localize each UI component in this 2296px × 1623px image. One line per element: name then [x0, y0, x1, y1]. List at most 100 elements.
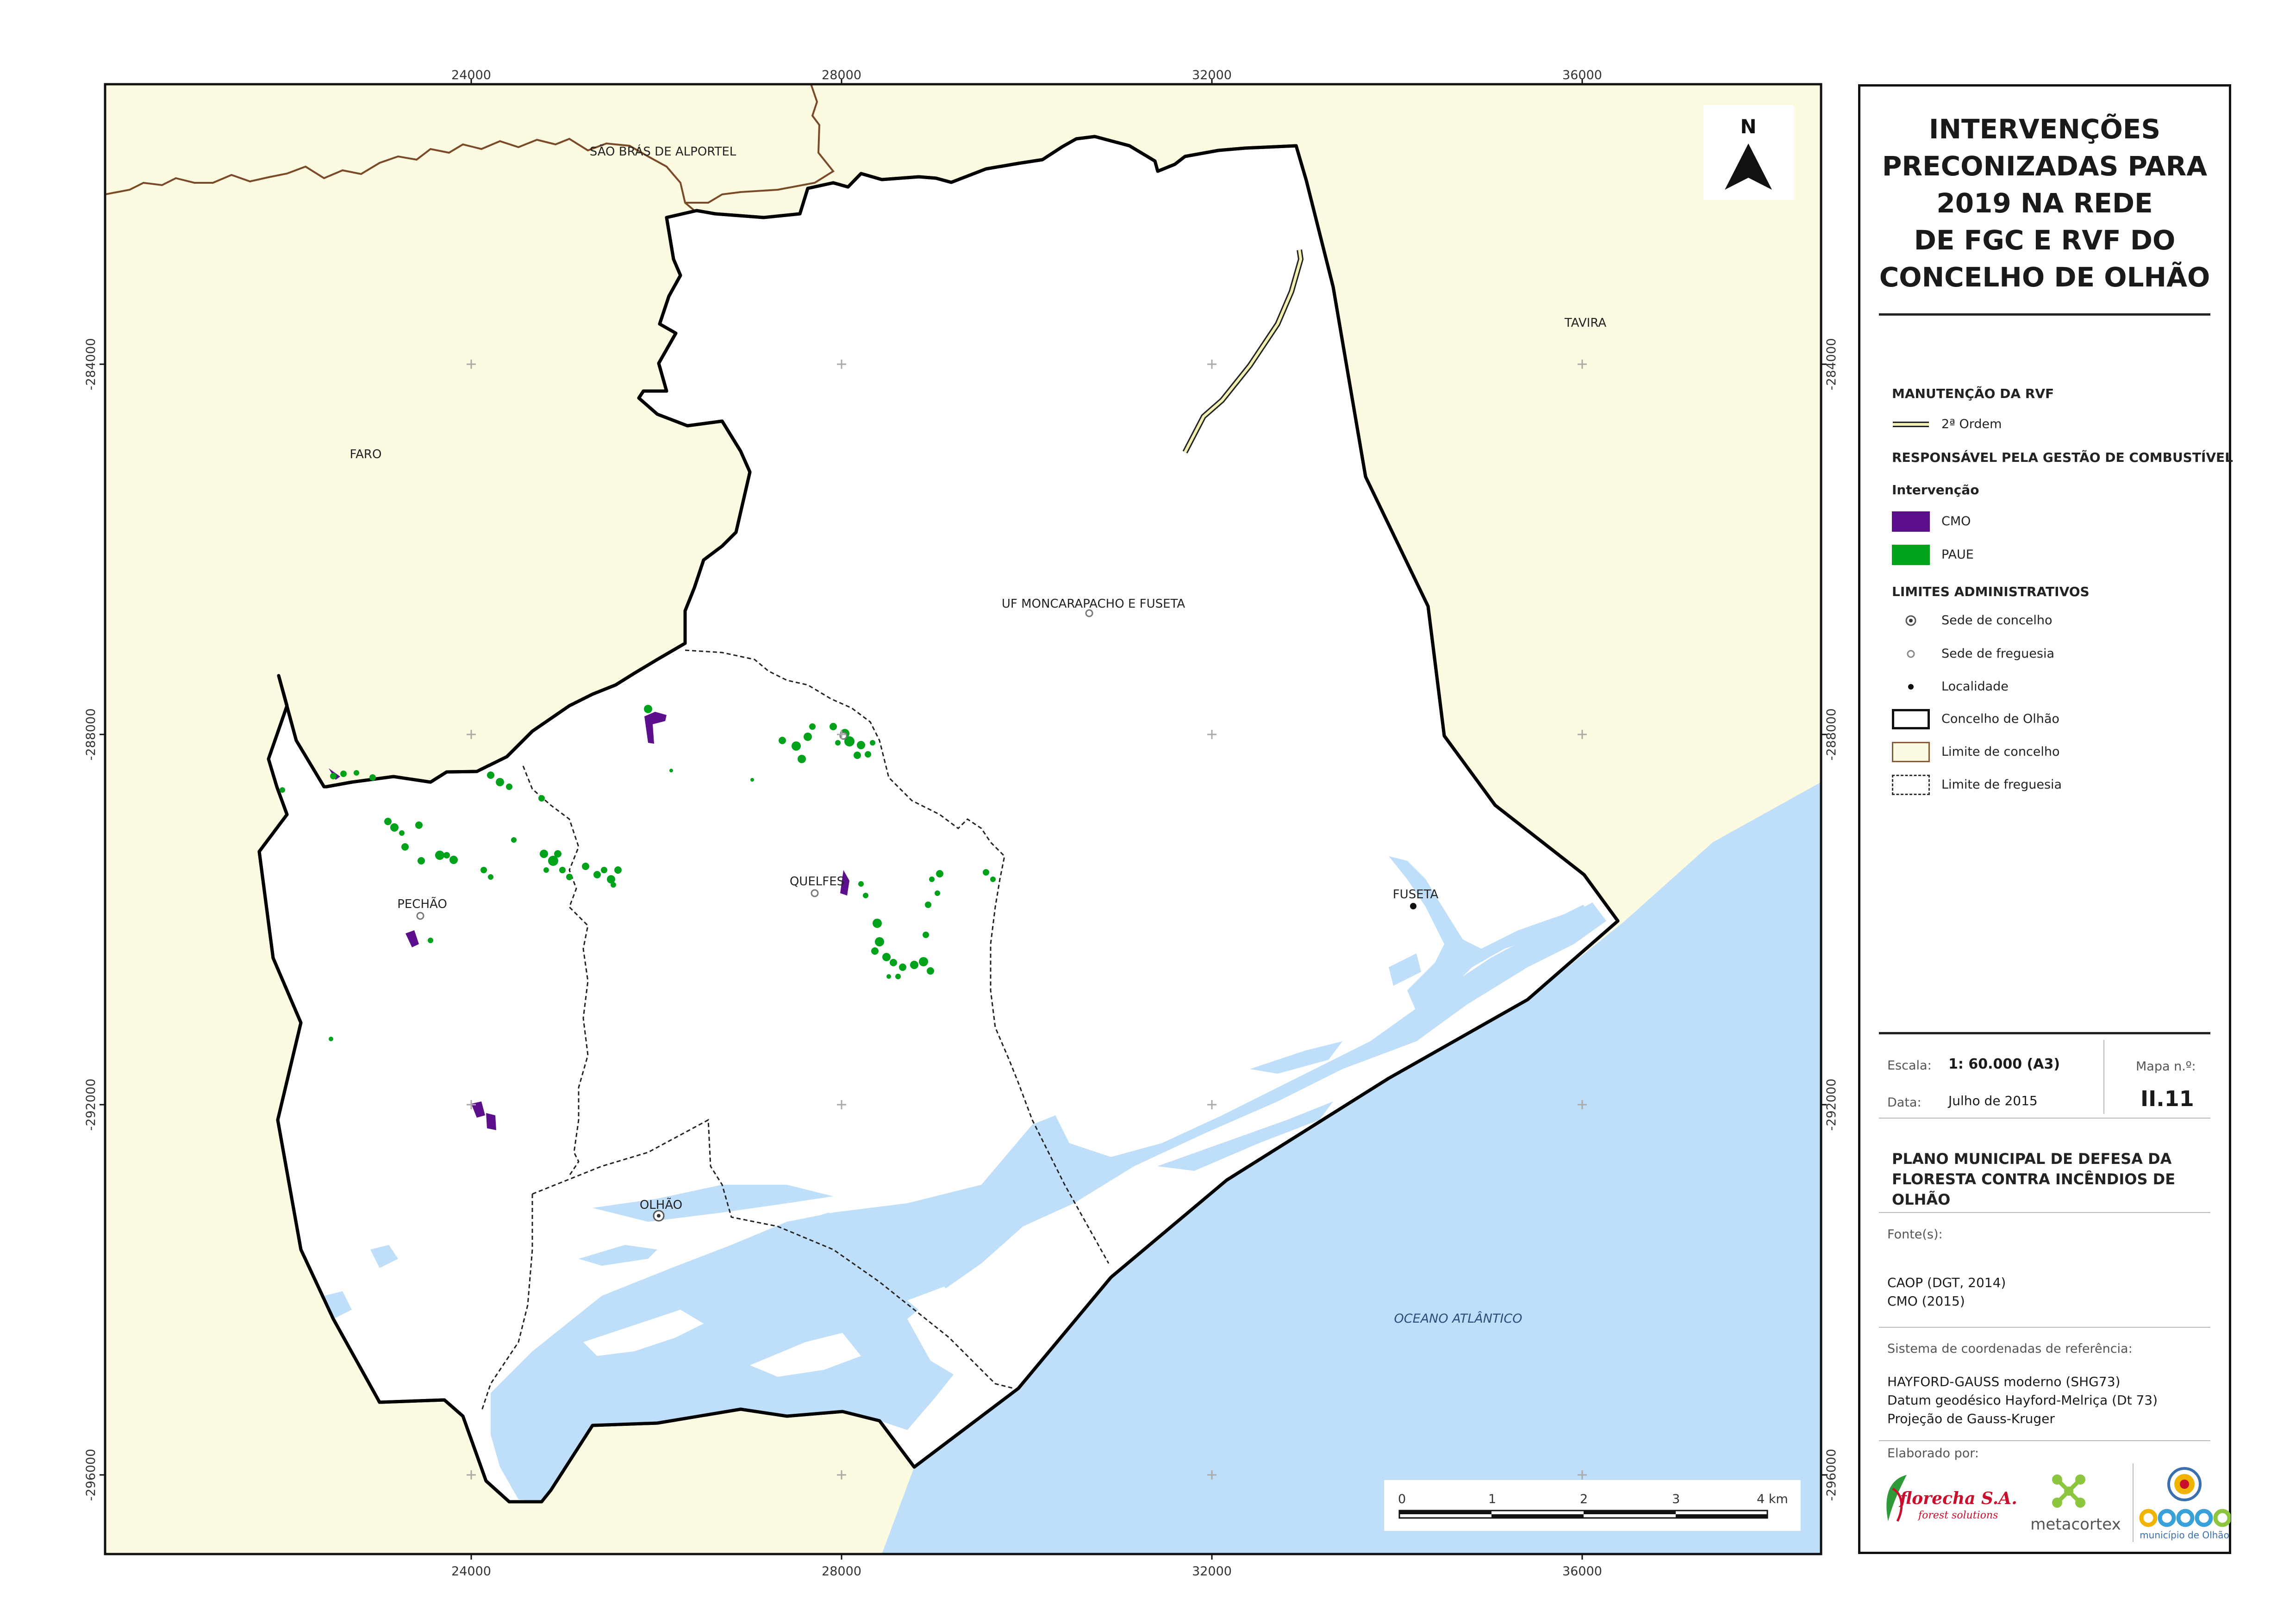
- left-tick-label: -288000: [84, 709, 98, 761]
- sede-concelho-olhao-dot: [657, 1214, 661, 1218]
- fontes-label: Fonte(s):: [1887, 1227, 1943, 1242]
- sede-freguesia-pechao: [416, 912, 424, 920]
- localidade-icon: [1908, 684, 1914, 690]
- sea-label-ocean: OCEANO ATLÂNTICO: [1394, 1311, 1522, 1326]
- legend-item-label: Concelho de Olhão: [1941, 712, 2059, 726]
- legend-item-label: PAUE: [1941, 547, 1974, 562]
- sede-concelho-icon: [1905, 615, 1916, 626]
- place-label-tavira: TAVIRA: [1564, 316, 1606, 330]
- map-title-line: INTERVENÇÕES: [1928, 113, 2161, 145]
- scalebar-label: 1: [1488, 1492, 1496, 1506]
- bottom-tick-label: 28000: [822, 1564, 861, 1579]
- metacortex-logo: metacortex: [2020, 1468, 2131, 1537]
- limite-concelho-swatch: [1892, 742, 1930, 762]
- plan-title-line: OLHÃO: [1892, 1191, 1951, 1208]
- florecha-logo: florecha S.A. forest solutions: [1879, 1466, 2018, 1535]
- legend-section-limites: LIMITES ADMINISTRATIVOS: [1892, 584, 2090, 599]
- bottom-tick-label: 32000: [1192, 1564, 1232, 1579]
- legend-section-rvf: MANUTENÇÃO DA RVF: [1892, 386, 2054, 401]
- place-label-faro: FARO: [350, 448, 382, 461]
- legend-panel: INTERVENÇÕES PRECONIZADAS PARA 2019 NA R…: [1858, 84, 2233, 1554]
- scalebar: 0 1 2 3 4 km: [1384, 1480, 1801, 1531]
- municipio-waves-icon: [2139, 1509, 2231, 1527]
- top-tick-label: 36000: [1562, 68, 1602, 82]
- north-arrow: N: [1703, 105, 1794, 200]
- bottom-tick-label: 24000: [451, 1564, 491, 1579]
- florecha-tagline: forest solutions: [1918, 1510, 1998, 1521]
- municipio-olhao-logo: município de Olhão: [2138, 1466, 2231, 1541]
- legend-item-label: Localidade: [1941, 679, 2009, 694]
- escala-label: Escala:: [1887, 1058, 1932, 1073]
- left-tick-label: -292000: [84, 1079, 98, 1131]
- legend-item-label: 2ª Ordem: [1941, 417, 2002, 431]
- metacortex-cross-icon: [2052, 1474, 2085, 1508]
- right-tick-label: -288000: [1824, 709, 1839, 761]
- municipio-name: município de Olhão: [2140, 1530, 2229, 1541]
- map-title-line: PRECONIZADAS PARA: [1882, 150, 2208, 182]
- paue-swatch: [1892, 545, 1930, 565]
- legend-item-label: CMO: [1941, 514, 1971, 529]
- title-divider: [1879, 313, 2210, 316]
- elaborado-label: Elaborado por:: [1887, 1446, 1979, 1461]
- legend-section-intervencao: Intervenção: [1892, 482, 1979, 497]
- municipio-crest-icon: [2167, 1467, 2202, 1501]
- left-tick-labels: -284000 -288000 -292000 -296000: [84, 338, 98, 1501]
- legend-item-label: Sede de concelho: [1941, 613, 2053, 628]
- info-divider: [1879, 1032, 2210, 1034]
- right-tick-labels: -284000 -288000 -292000 -296000: [1824, 338, 1839, 1501]
- legend-section-responsavel: RESPONSÁVEL PELA GESTÃO DE COMBUSTÍVEL: [1892, 450, 2233, 465]
- plan-title-line: FLORESTA CONTRA INCÊNDIOS DE: [1892, 1170, 2176, 1188]
- localidade-fuseta: [1410, 903, 1416, 909]
- bottom-tick-label: 36000: [1562, 1564, 1602, 1579]
- plan-title: PLANO MUNICIPAL DE DEFESA DA FLORESTA CO…: [1892, 1149, 2216, 1210]
- scalebar-label: 4 km: [1757, 1492, 1788, 1506]
- scalebar-label: 3: [1672, 1492, 1680, 1506]
- sistema-item: Datum geodésico Hayford-Melriça (Dt 73): [1887, 1393, 2158, 1408]
- limite-freguesia-swatch: [1892, 775, 1930, 795]
- sistema-item: Projeção de Gauss-Kruger: [1887, 1411, 2055, 1426]
- scalebar-segment: [1399, 1511, 1491, 1514]
- sede-freguesia-quelfes: [811, 889, 819, 897]
- sistema-label: Sistema de coordenadas de referência:: [1887, 1342, 2133, 1356]
- data-label: Data:: [1887, 1095, 1922, 1110]
- top-tick-label: 28000: [822, 68, 861, 82]
- info-divider: [1879, 1440, 2210, 1441]
- left-tick-label: -284000: [84, 338, 98, 391]
- map-title-line: 2019 NA REDE: [1936, 187, 2153, 219]
- concelho-olhao-swatch: [1892, 709, 1930, 729]
- plan-title-line: PLANO MUNICIPAL DE DEFESA DA: [1892, 1150, 2172, 1168]
- scalebar-label: 0: [1398, 1492, 1406, 1506]
- north-label: N: [1740, 115, 1756, 138]
- data-value: Julho de 2015: [1948, 1093, 2038, 1108]
- legend-item-label: Limite de concelho: [1941, 745, 2060, 759]
- top-tick-label: 32000: [1192, 68, 1232, 82]
- rvf-line-swatch: [1893, 422, 1929, 427]
- top-tick-labels: 24000 28000 32000 36000: [451, 68, 1602, 82]
- metacortex-name: metacortex: [2030, 1515, 2121, 1534]
- sede-freguesia-moncarapacho: [1085, 609, 1093, 617]
- sede-freguesia-icon: [1907, 650, 1915, 658]
- place-label-moncarapacho: UF MONCARAPACHO E FUSETA: [1002, 597, 1185, 611]
- top-tick-label: 24000: [451, 68, 491, 82]
- mapa-label: Mapa n.º:: [2136, 1059, 2196, 1074]
- place-label-quelfes: QUELFES: [790, 875, 844, 889]
- scalebar-label: 2: [1580, 1492, 1588, 1506]
- info-separator: [2103, 1040, 2104, 1114]
- scalebar-box: [1384, 1480, 1801, 1531]
- map-title-line: DE FGC E RVF DO: [1914, 224, 2176, 256]
- scalebar-segment: [1676, 1514, 1767, 1518]
- mapa-value: II.11: [2140, 1086, 2194, 1111]
- scalebar-segment: [1491, 1514, 1584, 1518]
- info-divider: [1879, 1212, 2210, 1213]
- logo-separator: [2133, 1463, 2134, 1542]
- right-tick-label: -284000: [1824, 338, 1839, 391]
- fonte-item: CAOP (DGT, 2014): [1887, 1275, 2006, 1290]
- place-label-sao-bras: SÃO BRÁS DE ALPORTEL: [590, 144, 736, 159]
- bottom-tick-labels: 24000 28000 32000 36000: [451, 1564, 1602, 1579]
- place-label-olhao: OLHÃO: [640, 1197, 682, 1212]
- sistema-item: HAYFORD-GAUSS moderno (SHG73): [1887, 1374, 2121, 1389]
- fonte-item: CMO (2015): [1887, 1293, 1965, 1309]
- info-divider: [1879, 1327, 2210, 1328]
- escala-value: 1: 60.000 (A3): [1948, 1056, 2060, 1072]
- map-title: INTERVENÇÕES PRECONIZADAS PARA 2019 NA R…: [1860, 111, 2229, 296]
